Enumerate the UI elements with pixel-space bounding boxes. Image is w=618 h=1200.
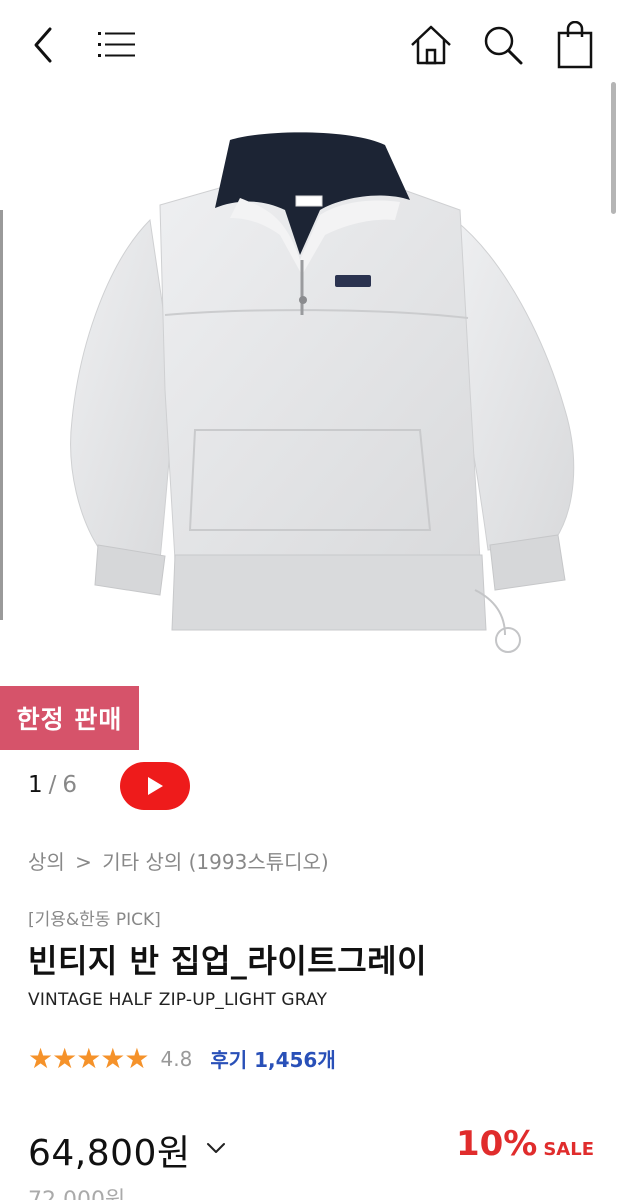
- rating-stars: ★★★★★: [28, 1042, 150, 1075]
- rating-row: ★★★★★ 4.8 후기 1,456개: [28, 1042, 336, 1075]
- image-counter: 1/6: [28, 772, 77, 798]
- price-details-toggle[interactable]: [202, 1134, 230, 1162]
- search-button[interactable]: [478, 20, 528, 70]
- discount-percent: 10%: [455, 1124, 538, 1164]
- pick-label: [기용&한동 PICK]: [28, 910, 161, 930]
- sale-label: SALE: [543, 1139, 594, 1160]
- home-icon: [411, 25, 451, 65]
- reviews-link[interactable]: 후기 1,456개: [210, 1044, 335, 1073]
- image-total: 6: [62, 772, 78, 798]
- video-play-button[interactable]: [120, 762, 190, 810]
- product-image[interactable]: [0, 90, 618, 670]
- breadcrumb-sep: >: [75, 850, 92, 874]
- chevron-down-icon: [207, 1143, 225, 1153]
- product-title: 빈티지 반 집업_라이트그레이: [28, 942, 428, 980]
- breadcrumb: 상의 > 기타 상의 (1993스튜디오): [28, 846, 329, 875]
- shopping-bag-icon: [557, 21, 593, 69]
- image-index: 1: [28, 772, 43, 798]
- menu-button[interactable]: [92, 20, 142, 70]
- product-subtitle: VINTAGE HALF ZIP-UP_LIGHT GRAY: [28, 990, 328, 1010]
- hamburger-menu-icon: [98, 32, 135, 57]
- youtube-play-icon: [148, 777, 163, 795]
- discount: 10% SALE: [456, 1124, 594, 1164]
- search-icon: [484, 26, 523, 65]
- breadcrumb-level1[interactable]: 상의: [28, 850, 65, 874]
- price: 64,800원: [28, 1133, 191, 1174]
- image-counter-sep: /: [48, 772, 57, 798]
- shopping-bag-button[interactable]: [550, 20, 600, 70]
- back-button[interactable]: [18, 20, 68, 70]
- chevron-left-icon: [34, 27, 52, 63]
- limited-sale-badge: 한정 판매: [0, 686, 139, 750]
- breadcrumb-level2[interactable]: 기타 상의 (1993스튜디오): [102, 850, 328, 874]
- top-bar: [0, 0, 618, 90]
- original-price: 72,000원: [28, 1182, 125, 1200]
- rating-score: 4.8: [160, 1046, 193, 1071]
- sweatshirt-photo: [70, 132, 575, 653]
- home-button[interactable]: [406, 20, 456, 70]
